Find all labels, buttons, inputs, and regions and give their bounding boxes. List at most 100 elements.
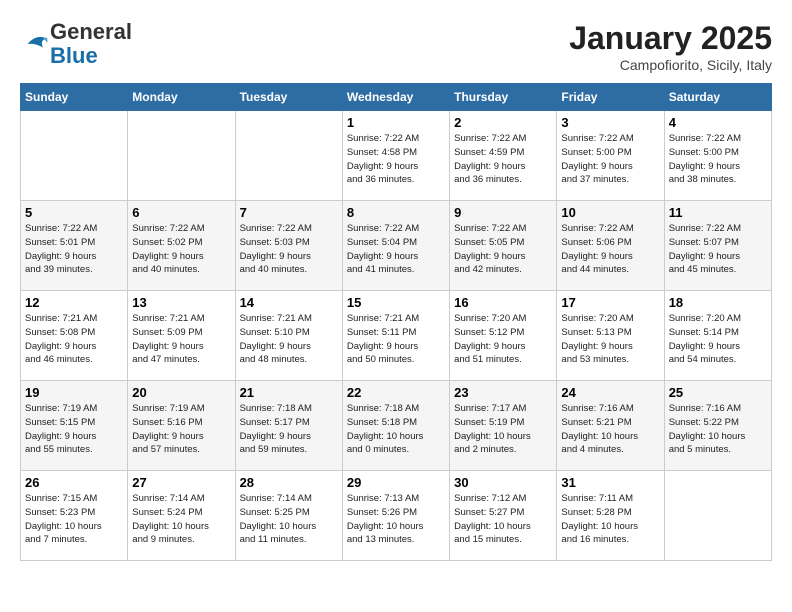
calendar-week-2: 5 Sunrise: 7:22 AM Sunset: 5:01 PM Daylig… (21, 201, 772, 291)
day-info: Sunrise: 7:22 AM Sunset: 5:02 PM Dayligh… (132, 222, 230, 277)
calendar-cell: 8Sunrise: 7:22 AM Sunset: 5:04 PM Daylig… (342, 201, 449, 291)
weekday-header-thursday: Thursday (450, 84, 557, 111)
calendar-cell: 20Sunrise: 7:19 AM Sunset: 5:16 PM Dayli… (128, 381, 235, 471)
day-info: Sunrise: 7:13 AM Sunset: 5:26 PM Dayligh… (347, 492, 445, 547)
day-info: Sunrise: 7:14 AM Sunset: 5:25 PM Dayligh… (240, 492, 338, 547)
weekday-header-tuesday: Tuesday (235, 84, 342, 111)
day-info: Sunrise: 7:22 AM Sunset: 4:58 PM Dayligh… (347, 132, 445, 187)
weekday-header-monday: Monday (128, 84, 235, 111)
day-info: Sunrise: 7:22 AM Sunset: 4:59 PM Dayligh… (454, 132, 552, 187)
month-title: January 2025 (569, 20, 772, 57)
calendar-cell: 26 Sunrise: 7:15 AM Sunset: 5:23 PM Dayli… (21, 471, 128, 561)
day-number: 18 (669, 295, 767, 310)
logo: General Blue (20, 20, 132, 68)
logo-bird-icon (22, 30, 50, 58)
calendar-week-3: 12 Sunrise: 7:21 AM Sunset: 5:08 PM Dayli… (21, 291, 772, 381)
calendar-cell: 29 Sunrise: 7:13 AM Sunset: 5:26 PM Dayli… (342, 471, 449, 561)
weekday-header-saturday: Saturday (664, 84, 771, 111)
day-number: 1 (347, 115, 445, 130)
day-number: 3 (561, 115, 659, 130)
weekday-header-row: SundayMondayTuesdayWednesdayThursdayFrid… (21, 84, 772, 111)
day-info: Sunrise: 7:12 AM Sunset: 5:27 PM Dayligh… (454, 492, 552, 547)
calendar-cell: 16 Sunrise: 7:20 AM Sunset: 5:12 PM Dayli… (450, 291, 557, 381)
day-info: Sunrise: 7:16 AM Sunset: 5:21 PM Dayligh… (561, 402, 659, 457)
calendar-cell: 13 Sunrise: 7:21 AM Sunset: 5:09 PM Dayli… (128, 291, 235, 381)
day-info: Sunrise: 7:22 AM Sunset: 5:05 PM Dayligh… (454, 222, 552, 277)
day-number: 6 (132, 205, 230, 220)
day-number: 16 (454, 295, 552, 310)
day-info: Sunrise: 7:21 AM Sunset: 5:11 PM Dayligh… (347, 312, 445, 367)
day-number: 28 (240, 475, 338, 490)
day-number: 29 (347, 475, 445, 490)
calendar-cell: 21Sunrise: 7:18 AM Sunset: 5:17 PM Dayli… (235, 381, 342, 471)
calendar-cell: 1 Sunrise: 7:22 AM Sunset: 4:58 PM Daylig… (342, 111, 449, 201)
calendar-cell: 14 Sunrise: 7:21 AM Sunset: 5:10 PM Dayli… (235, 291, 342, 381)
calendar-body: 1 Sunrise: 7:22 AM Sunset: 4:58 PM Daylig… (21, 111, 772, 561)
calendar-cell: 30Sunrise: 7:12 AM Sunset: 5:27 PM Dayli… (450, 471, 557, 561)
day-info: Sunrise: 7:21 AM Sunset: 5:10 PM Dayligh… (240, 312, 338, 367)
day-number: 17 (561, 295, 659, 310)
calendar-cell (128, 111, 235, 201)
day-info: Sunrise: 7:19 AM Sunset: 5:15 PM Dayligh… (25, 402, 123, 457)
day-info: Sunrise: 7:22 AM Sunset: 5:07 PM Dayligh… (669, 222, 767, 277)
location-subtitle: Campofiorito, Sicily, Italy (569, 57, 772, 73)
day-number: 13 (132, 295, 230, 310)
day-number: 14 (240, 295, 338, 310)
day-info: Sunrise: 7:21 AM Sunset: 5:09 PM Dayligh… (132, 312, 230, 367)
logo-general-text: General (50, 19, 132, 44)
day-info: Sunrise: 7:20 AM Sunset: 5:12 PM Dayligh… (454, 312, 552, 367)
day-info: Sunrise: 7:22 AM Sunset: 5:03 PM Dayligh… (240, 222, 338, 277)
day-number: 10 (561, 205, 659, 220)
calendar-week-1: 1 Sunrise: 7:22 AM Sunset: 4:58 PM Daylig… (21, 111, 772, 201)
calendar-table: SundayMondayTuesdayWednesdayThursdayFrid… (20, 83, 772, 561)
day-info: Sunrise: 7:14 AM Sunset: 5:24 PM Dayligh… (132, 492, 230, 547)
day-number: 2 (454, 115, 552, 130)
calendar-cell: 28 Sunrise: 7:14 AM Sunset: 5:25 PM Dayli… (235, 471, 342, 561)
calendar-cell: 27 Sunrise: 7:14 AM Sunset: 5:24 PM Dayli… (128, 471, 235, 561)
day-number: 11 (669, 205, 767, 220)
calendar-cell: 4Sunrise: 7:22 AM Sunset: 5:00 PM Daylig… (664, 111, 771, 201)
day-number: 12 (25, 295, 123, 310)
day-info: Sunrise: 7:19 AM Sunset: 5:16 PM Dayligh… (132, 402, 230, 457)
day-info: Sunrise: 7:11 AM Sunset: 5:28 PM Dayligh… (561, 492, 659, 547)
calendar-cell: 2 Sunrise: 7:22 AM Sunset: 4:59 PM Daylig… (450, 111, 557, 201)
calendar-cell: 25Sunrise: 7:16 AM Sunset: 5:22 PM Dayli… (664, 381, 771, 471)
day-info: Sunrise: 7:22 AM Sunset: 5:06 PM Dayligh… (561, 222, 659, 277)
calendar-cell: 18 Sunrise: 7:20 AM Sunset: 5:14 PM Dayli… (664, 291, 771, 381)
title-block: January 2025 Campofiorito, Sicily, Italy (569, 20, 772, 73)
day-info: Sunrise: 7:18 AM Sunset: 5:18 PM Dayligh… (347, 402, 445, 457)
calendar-cell (235, 111, 342, 201)
day-info: Sunrise: 7:22 AM Sunset: 5:01 PM Dayligh… (25, 222, 123, 277)
day-info: Sunrise: 7:22 AM Sunset: 5:00 PM Dayligh… (561, 132, 659, 187)
day-info: Sunrise: 7:20 AM Sunset: 5:14 PM Dayligh… (669, 312, 767, 367)
page-header: General Blue January 2025 Campofiorito, … (20, 20, 772, 73)
calendar-cell (21, 111, 128, 201)
calendar-cell: 17Sunrise: 7:20 AM Sunset: 5:13 PM Dayli… (557, 291, 664, 381)
day-number: 31 (561, 475, 659, 490)
day-info: Sunrise: 7:22 AM Sunset: 5:00 PM Dayligh… (669, 132, 767, 187)
day-number: 24 (561, 385, 659, 400)
day-number: 26 (25, 475, 123, 490)
day-number: 19 (25, 385, 123, 400)
calendar-cell: 19 Sunrise: 7:19 AM Sunset: 5:15 PM Dayli… (21, 381, 128, 471)
calendar-cell (664, 471, 771, 561)
day-info: Sunrise: 7:16 AM Sunset: 5:22 PM Dayligh… (669, 402, 767, 457)
day-number: 23 (454, 385, 552, 400)
day-number: 22 (347, 385, 445, 400)
calendar-cell: 7 Sunrise: 7:22 AM Sunset: 5:03 PM Daylig… (235, 201, 342, 291)
calendar-cell: 31 Sunrise: 7:11 AM Sunset: 5:28 PM Dayli… (557, 471, 664, 561)
day-number: 5 (25, 205, 123, 220)
day-info: Sunrise: 7:15 AM Sunset: 5:23 PM Dayligh… (25, 492, 123, 547)
day-info: Sunrise: 7:17 AM Sunset: 5:19 PM Dayligh… (454, 402, 552, 457)
day-number: 7 (240, 205, 338, 220)
calendar-week-4: 19 Sunrise: 7:19 AM Sunset: 5:15 PM Dayli… (21, 381, 772, 471)
weekday-header-friday: Friday (557, 84, 664, 111)
day-number: 27 (132, 475, 230, 490)
logo-blue-text: Blue (50, 43, 98, 68)
day-info: Sunrise: 7:21 AM Sunset: 5:08 PM Dayligh… (25, 312, 123, 367)
calendar-cell: 24 Sunrise: 7:16 AM Sunset: 5:21 PM Dayli… (557, 381, 664, 471)
calendar-cell: 6 Sunrise: 7:22 AM Sunset: 5:02 PM Daylig… (128, 201, 235, 291)
calendar-cell: 12 Sunrise: 7:21 AM Sunset: 5:08 PM Dayli… (21, 291, 128, 381)
day-number: 8 (347, 205, 445, 220)
calendar-cell: 9Sunrise: 7:22 AM Sunset: 5:05 PM Daylig… (450, 201, 557, 291)
